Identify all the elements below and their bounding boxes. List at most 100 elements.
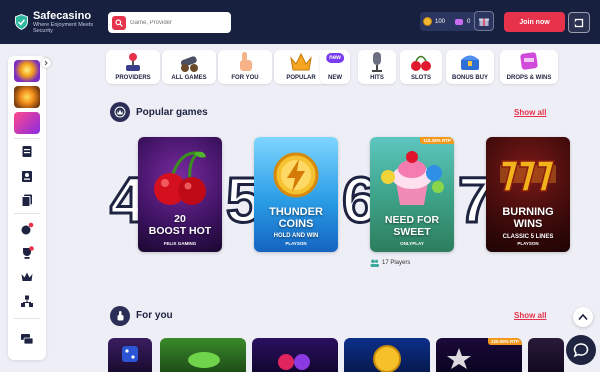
crown-icon <box>290 52 312 71</box>
game-provider: PLAYSON <box>517 241 539 246</box>
category-providers[interactable]: PROVIDERS <box>106 50 160 84</box>
players-count: 17 Players <box>370 259 410 267</box>
clipboard-icon[interactable] <box>20 144 34 158</box>
sevens-art-icon <box>500 160 556 192</box>
scroll-to-top-button[interactable] <box>573 307 593 327</box>
cupcake-candy-icon <box>381 151 444 205</box>
live-chat-button[interactable] <box>566 335 596 365</box>
for-you-card[interactable]: 120.05% RTP <box>436 338 522 372</box>
category-slots[interactable]: SLOTS <box>400 50 442 84</box>
top-header: Safecasino Where Enjoyment Meets Securit… <box>0 0 600 44</box>
pointing-hand-icon <box>117 311 124 321</box>
rtp-badge: 120.05% RTP <box>487 338 522 345</box>
for-you-card[interactable] <box>160 338 246 372</box>
sidebar-promo-gifts[interactable] <box>14 112 40 134</box>
star-icon <box>447 348 471 369</box>
sidebar-promo-coins[interactable] <box>14 86 40 108</box>
shield-check-icon <box>15 14 28 30</box>
players-label: 17 Players <box>382 260 411 266</box>
game-title-line2: WINS <box>513 218 543 230</box>
gem-icon <box>455 18 464 25</box>
category-label: FOR YOU <box>231 75 259 81</box>
game-provider: PLAYSON <box>285 241 307 246</box>
rtp-badge: 118.38% RTP <box>420 137 454 144</box>
sidebar-promo-wheel[interactable] <box>14 60 40 82</box>
sidebar-divider <box>14 318 40 319</box>
section-icon-for-you <box>110 306 130 326</box>
popular-show-all-link[interactable]: Show all <box>514 108 546 117</box>
category-bonus-buy[interactable]: BONUS BUY <box>446 50 494 84</box>
game-card-need-for-sweet[interactable]: 118.38% RTP NEED FOR SWEET ONLYPLAY <box>370 137 454 252</box>
trophy-icon[interactable] <box>20 246 34 260</box>
joystick-icon <box>126 53 140 71</box>
sidebar-divider <box>14 138 40 139</box>
chat-icon <box>573 343 589 358</box>
gem-balance: 0 <box>467 18 471 25</box>
category-drops-wins[interactable]: DROPS & WINS <box>500 50 558 84</box>
treasure-chest-icon <box>461 55 479 70</box>
section-icon-popular <box>110 102 130 122</box>
game-card-thunder-coins[interactable]: THUNDER COINS HOLD AND WIN PLAYSON <box>254 137 338 252</box>
cannon-icon <box>180 56 198 72</box>
documents-icon[interactable] <box>20 193 34 207</box>
gold-coin-icon <box>373 345 401 372</box>
sidebar-expand-button[interactable] <box>41 58 51 68</box>
category-label: HITS <box>370 75 384 81</box>
login-button[interactable] <box>568 12 590 33</box>
chevron-up-icon <box>578 313 588 321</box>
game-title-line1: NEED FOR <box>384 214 440 226</box>
org-chart-icon[interactable] <box>20 294 34 308</box>
search-box[interactable] <box>108 12 231 33</box>
category-hits[interactable]: HITS <box>358 50 396 84</box>
join-now-button[interactable]: Join now <box>504 12 565 32</box>
dice-icon <box>122 346 138 362</box>
category-all-games[interactable]: ALL GAMES <box>162 50 216 84</box>
gift-icon <box>479 18 489 26</box>
game-provider: FELIX GAMING <box>163 241 197 246</box>
for-you-show-all-link[interactable]: Show all <box>514 311 546 320</box>
for-you-card[interactable] <box>252 338 338 372</box>
game-card-20-boost-hot[interactable]: 20 BOOST HOT FELIX GAMING <box>138 137 222 252</box>
new-badge-icon: new <box>326 53 344 63</box>
game-title-line1: BURNING <box>502 206 554 218</box>
game-title-line1: THUNDER <box>269 206 323 218</box>
wallet-balance[interactable]: 100 0 <box>420 12 477 31</box>
fruit-icon <box>278 354 310 370</box>
category-label: ALL GAMES <box>171 75 207 81</box>
category-label: SLOTS <box>410 75 431 81</box>
crown-badge-icon <box>114 106 126 118</box>
id-badge-icon[interactable] <box>20 169 34 183</box>
category-for-you[interactable]: FOR YOU <box>218 50 272 84</box>
game-card-burning-wins[interactable]: BURNING WINS CLASSIC 5 LINES PLAYSON <box>486 137 570 252</box>
drops-wins-icon <box>520 52 538 70</box>
category-label: BONUS BUY <box>451 75 488 81</box>
game-title-line1: 20 <box>174 213 186 225</box>
microphone-icon <box>372 52 382 72</box>
leaf-icon <box>188 352 220 368</box>
coin-balance: 100 <box>435 18 446 25</box>
search-input[interactable] <box>130 19 228 26</box>
chat-bubbles-icon[interactable] <box>20 332 34 346</box>
for-you-card[interactable] <box>108 338 152 372</box>
game-title-line2: COINS <box>278 218 314 230</box>
category-new[interactable]: new NEW <box>320 50 350 84</box>
cherries-icon <box>411 55 431 71</box>
category-label: NEW <box>328 75 342 81</box>
crown-icon[interactable] <box>20 270 34 284</box>
for-you-card[interactable] <box>528 338 564 372</box>
gift-button[interactable] <box>474 11 494 31</box>
bomb-icon[interactable] <box>20 222 34 236</box>
pointing-hand-icon <box>240 52 252 71</box>
popular-section-title: Popular games <box>136 107 208 118</box>
brand-title: Safecasino <box>32 10 92 22</box>
game-title-line2: BOOST HOT <box>148 225 212 237</box>
search-icon[interactable] <box>112 15 126 30</box>
category-label: PROVIDERS <box>115 75 151 81</box>
sidebar-divider <box>14 213 40 214</box>
lightning-coin-icon <box>273 152 319 198</box>
cherries-art-icon <box>154 151 206 205</box>
for-you-card[interactable] <box>344 338 430 372</box>
game-provider: ONLYPLAY <box>400 241 424 246</box>
left-sidebar <box>8 56 46 360</box>
brand-logo[interactable]: Safecasino Where Enjoyment Meets Securit… <box>14 6 94 38</box>
